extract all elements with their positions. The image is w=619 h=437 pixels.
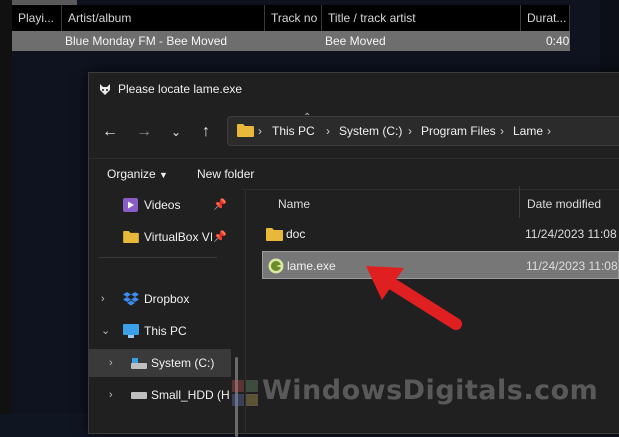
player-scrollbar[interactable] [600, 0, 619, 80]
recent-locations-chevron-icon[interactable]: ⌄ [163, 119, 189, 145]
breadcrumb-separator-icon: › [500, 124, 504, 138]
dialog-titlebar: Please locate lame.exe [89, 73, 619, 105]
column-duration[interactable]: Durat... [521, 5, 570, 31]
player-left-edge [0, 0, 12, 414]
nav-item-virtualbox[interactable]: VirtualBox VI 📌 [89, 223, 229, 251]
column-artist-album[interactable]: Artist/album [62, 5, 265, 31]
row-artist-album: Blue Monday FM - Bee Moved [65, 34, 228, 48]
dropdown-caret-icon: ▼ [159, 170, 168, 180]
nav-item-small-hdd[interactable]: › Small_HDD (H: [89, 381, 229, 409]
navigation-pane: Videos 📌 VirtualBox VI 📌 › Dropbox ⌄ Thi… [89, 189, 241, 437]
column-title[interactable]: Title / track artist [322, 5, 521, 31]
row-duration: 0:40 [546, 34, 570, 48]
forward-arrow-icon[interactable]: → [131, 119, 157, 145]
file-date: 11/24/2023 11:08 [526, 259, 618, 273]
breadcrumb-separator-icon: › [547, 124, 551, 138]
breadcrumb-program-files[interactable]: Program Files [421, 117, 496, 145]
dialog-title: Please locate lame.exe [118, 82, 243, 96]
nav-item-system-c[interactable]: › System (C:) [89, 349, 231, 377]
sort-ascending-icon: ⌃ [303, 112, 312, 123]
breadcrumb-separator-icon: › [326, 124, 330, 138]
pin-icon[interactable]: 📌 [213, 191, 227, 219]
column-divider[interactable] [519, 186, 520, 218]
nav-item-label: System (C:) [151, 356, 215, 370]
chevron-down-icon[interactable]: ⌄ [101, 317, 110, 345]
breadcrumb-system-c[interactable]: System (C:) [339, 117, 402, 145]
watermark-logo-icon [232, 380, 258, 406]
annotation-arrow-icon [366, 266, 462, 330]
file-date: 11/24/2023 11:08 [525, 227, 617, 241]
drive-icon [131, 392, 147, 399]
column-playing[interactable]: Playi... [12, 5, 62, 31]
nav-item-label: This PC [144, 324, 187, 338]
nav-item-videos[interactable]: Videos 📌 [89, 191, 229, 219]
nav-item-label: Dropbox [144, 292, 190, 306]
up-arrow-icon[interactable]: ↑ [193, 119, 219, 145]
column-track-no[interactable]: Track no [265, 5, 322, 31]
file-name: lame.exe [287, 259, 336, 273]
folder-icon [123, 231, 139, 243]
address-bar[interactable]: › This PC › System (C:) › Program Files … [227, 116, 619, 146]
organize-button[interactable]: Organize ▼ [107, 159, 168, 190]
back-arrow-icon[interactable]: ← [97, 119, 123, 145]
chevron-right-icon[interactable]: › [109, 381, 113, 409]
breadcrumb-lame[interactable]: Lame [513, 117, 543, 145]
playlist-header: Playi... Artist/album Track no Title / t… [12, 5, 570, 32]
nav-item-this-pc[interactable]: ⌄ This PC [89, 317, 229, 345]
organize-label: Organize [107, 167, 156, 181]
pin-icon[interactable]: 📌 [213, 223, 227, 251]
file-row-doc[interactable]: doc 11/24/2023 11:08 [262, 220, 619, 248]
folder-icon [266, 228, 283, 241]
nav-item-label: Small_HDD (H: [151, 388, 229, 402]
file-name: doc [286, 227, 306, 241]
breadcrumb-separator-icon: › [408, 124, 412, 138]
command-bar: Organize ▼ New folder [89, 158, 619, 190]
new-folder-button[interactable]: New folder [197, 159, 254, 189]
row-title: Bee Moved [325, 34, 386, 48]
chevron-right-icon[interactable]: › [101, 285, 105, 313]
computer-icon [123, 324, 139, 338]
lame-exe-icon [268, 258, 284, 274]
column-date-modified[interactable]: Date modified [527, 187, 601, 221]
videos-icon [123, 198, 138, 212]
breadcrumb-separator-icon: › [258, 124, 262, 138]
nav-divider [99, 257, 217, 258]
watermark-text: WindowsDigitals.com [262, 375, 599, 406]
chevron-right-icon[interactable]: › [109, 349, 113, 377]
nav-item-label: Videos [144, 198, 181, 212]
playlist-row[interactable]: Blue Monday FM - Bee Moved Bee Moved 0:4… [12, 31, 570, 51]
nav-item-dropbox[interactable]: › Dropbox [89, 285, 229, 313]
folder-icon [237, 124, 254, 137]
drive-icon [131, 358, 147, 369]
column-name[interactable]: Name [278, 187, 310, 221]
nav-item-label: VirtualBox VI [144, 230, 212, 244]
navigation-bar: ← → ⌄ ↑ › This PC › System (C:) › Progra… [89, 113, 619, 149]
dropbox-icon [123, 292, 139, 306]
app-icon [100, 84, 110, 95]
